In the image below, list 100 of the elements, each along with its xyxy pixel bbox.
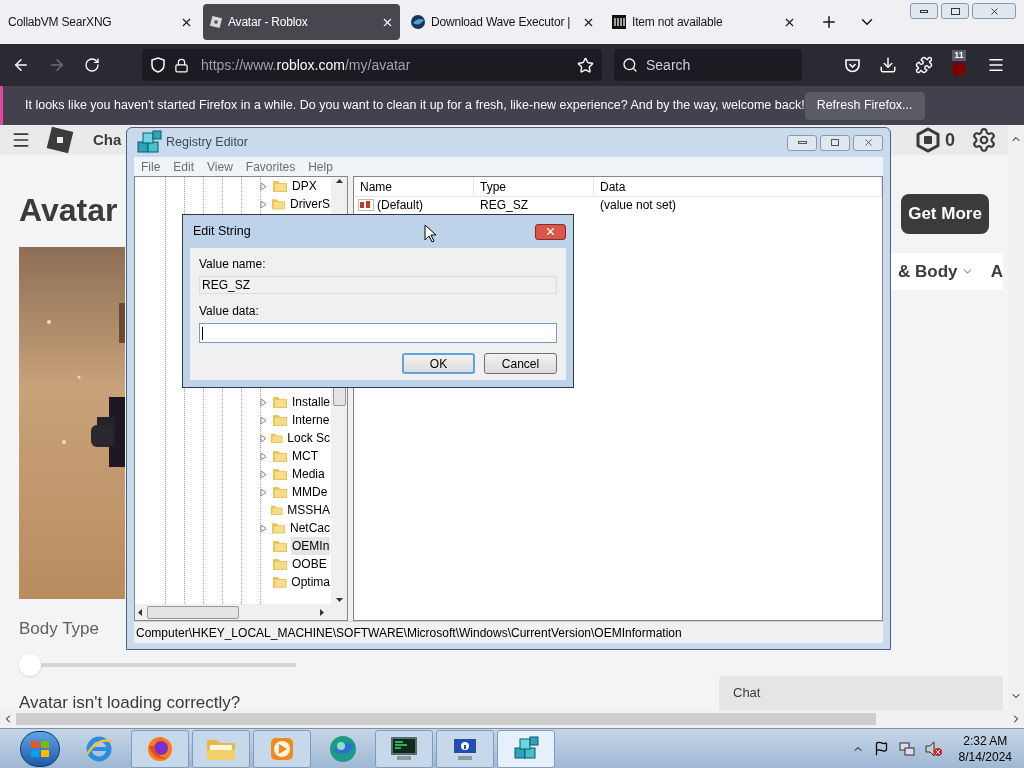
close-icon[interactable] — [988, 5, 1000, 17]
category-tab[interactable]: & Body — [898, 258, 958, 285]
tree-item[interactable]: DriverS — [289, 195, 331, 213]
clock[interactable]: 2:32 AM 8/14/2024 — [958, 732, 1012, 765]
scroll-right-icon[interactable] — [320, 608, 324, 616]
tree-item[interactable]: Media — [291, 465, 326, 483]
menu-icon[interactable] — [11, 130, 31, 150]
clock-date: 8/14/2024 — [958, 748, 1012, 765]
browser-tab[interactable]: Avatar - Roblox — [203, 4, 400, 40]
tree-item[interactable]: Interne — [291, 411, 331, 429]
status-path: Computer\HKEY_LOCAL_MACHINE\SOFTWARE\Microsoft\Windows\CurrentVersion\OEMInformation — [136, 624, 682, 642]
expand-arrow-icon[interactable] — [260, 523, 267, 533]
tab-title: CollabVM SearXNG — [8, 14, 113, 31]
dialog-title: Edit String — [193, 223, 251, 241]
tree-item[interactable]: OEMIn — [291, 537, 331, 555]
notification-message: It looks like you haven't started Firefox in a while. Do you want to clean it up for a fresh, like-new experience? And by the way, welcome back! — [25, 97, 805, 115]
close-button[interactable] — [535, 223, 566, 240]
chat-title: Chat — [733, 684, 761, 703]
scrollbar-thumb[interactable] — [147, 605, 239, 619]
taskbar-button[interactable] — [436, 729, 494, 768]
tree-item[interactable]: MSSHA — [286, 501, 331, 519]
address-bar[interactable]: https://www.roblox.com/my/avatar — [142, 49, 602, 81]
expand-arrow-icon[interactable] — [260, 487, 267, 497]
menu-item[interactable]: Help — [308, 157, 333, 176]
tree-item[interactable]: MCT — [291, 447, 319, 465]
hexagon-coin-icon[interactable] — [915, 127, 941, 153]
extension-button[interactable]: 11 — [949, 50, 969, 80]
string-value-icon — [358, 198, 374, 211]
new-tab-icon[interactable] — [820, 13, 838, 31]
network-icon[interactable] — [898, 740, 915, 757]
chat-panel[interactable]: Chat — [719, 676, 1003, 710]
back-icon[interactable] — [12, 56, 30, 74]
scroll-down-icon[interactable] — [335, 598, 343, 602]
value-data-field[interactable] — [199, 323, 557, 343]
bookmark-star-icon[interactable] — [577, 56, 594, 74]
extensions-icon[interactable] — [915, 56, 933, 74]
horizontal-scrollbar[interactable] — [0, 710, 1024, 728]
windows-logo-icon[interactable] — [30, 739, 50, 758]
tree-item[interactable]: Lock Sc — [286, 429, 331, 447]
get-more-button[interactable]: Get More — [901, 194, 989, 234]
horizontal-scrollbar[interactable] — [135, 604, 347, 620]
tree-item[interactable]: Installe — [290, 393, 331, 411]
menu-icon[interactable] — [987, 56, 1005, 74]
table-cell: (Default) — [377, 197, 423, 212]
dialog-button[interactable]: OK — [402, 353, 475, 374]
speaker-muted-icon[interactable] — [924, 740, 943, 757]
tab-title: Item not available — [632, 14, 724, 31]
menu-item[interactable]: Edit — [173, 157, 195, 176]
search-field[interactable]: Search — [614, 49, 802, 81]
expand-arrow-icon[interactable] — [260, 415, 267, 425]
badge-count: 11 — [952, 50, 966, 61]
menu-item[interactable]: Favorites — [245, 157, 296, 176]
expand-arrow-icon[interactable] — [260, 451, 267, 461]
shield-icon — [150, 57, 166, 73]
expand-arrow-icon[interactable] — [260, 433, 267, 443]
scroll-left-icon[interactable] — [138, 608, 142, 616]
slider-thumb[interactable] — [19, 653, 41, 676]
table-cell-text: (value not set) — [599, 197, 678, 212]
restore-button[interactable] — [941, 3, 969, 19]
square-logo-icon — [209, 15, 223, 29]
expand-arrow-icon[interactable] — [260, 199, 267, 209]
tree-item[interactable]: Optima — [290, 573, 331, 591]
taskbar-button[interactable] — [375, 729, 433, 768]
tree-item[interactable]: OOBE — [291, 555, 328, 573]
flag-icon[interactable] — [873, 741, 889, 756]
section-label: Body Type — [19, 618, 100, 640]
scroll-up-icon[interactable] — [335, 179, 343, 183]
menu-item[interactable]: File — [141, 157, 161, 176]
expand-arrow-icon[interactable] — [260, 397, 267, 407]
expand-arrow-icon[interactable] — [260, 469, 267, 479]
settings-icon[interactable] — [971, 127, 997, 153]
folder-icon — [272, 557, 288, 571]
minimize-button[interactable] — [910, 3, 938, 19]
tree-item[interactable]: DPX — [291, 177, 318, 195]
column-header[interactable]: Type — [474, 177, 594, 196]
refresh-firefox-button[interactable]: Refresh Firefox... — [804, 91, 925, 120]
browser-tab[interactable]: Download Wave Executor | — [404, 4, 601, 40]
url-text: https://www.roblox.com/my/avatar — [201, 55, 411, 75]
scrollbar-thumb[interactable] — [16, 713, 876, 725]
browser-tab[interactable]: CollabVM SearXNG — [2, 4, 199, 40]
menu-item[interactable]: View — [207, 157, 233, 176]
body-type-slider[interactable] — [19, 653, 296, 676]
download-icon[interactable] — [879, 56, 897, 74]
tree-item[interactable]: NetCac — [289, 519, 331, 537]
category-tab[interactable]: A — [990, 258, 1003, 285]
pocket-icon[interactable] — [844, 56, 861, 74]
help-text: Avatar isn't loading correctly? — [19, 691, 242, 714]
dialog-button[interactable]: Cancel — [484, 353, 557, 374]
expand-arrow-icon[interactable] — [260, 181, 267, 191]
taskbar-button[interactable] — [131, 729, 189, 768]
maximize-button[interactable] — [820, 134, 850, 151]
minimize-button[interactable] — [787, 134, 817, 151]
tree-item[interactable]: MMDe — [291, 483, 329, 501]
nav-link[interactable]: Cha — [93, 128, 122, 152]
browser-tab[interactable]: Item not available — [605, 4, 802, 40]
value-name-field: REG_SZ — [199, 276, 557, 294]
column-header[interactable]: Data — [594, 177, 882, 196]
reload-icon[interactable] — [84, 57, 100, 73]
column-header[interactable]: Name — [354, 177, 474, 196]
start-button[interactable] — [20, 730, 60, 767]
